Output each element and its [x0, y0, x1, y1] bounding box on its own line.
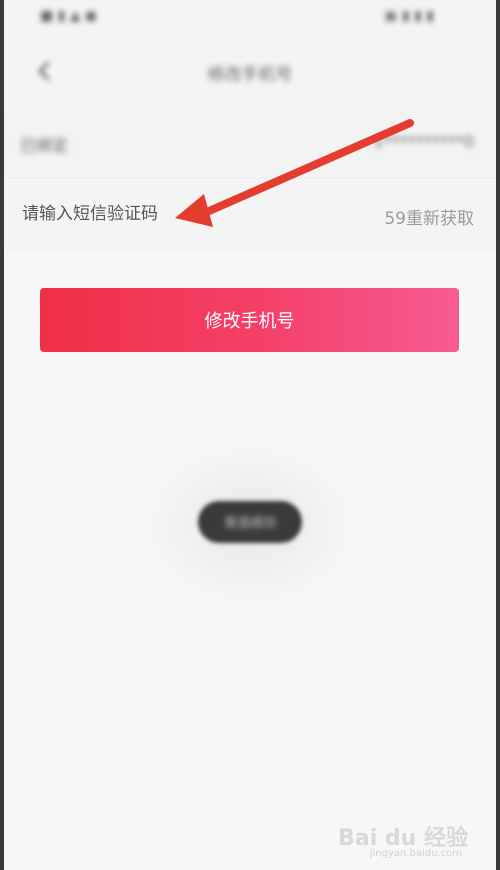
sms-code-row: 59重新获取	[4, 180, 496, 250]
phone-value: 1**********0	[373, 132, 474, 151]
toast: 发送成功	[198, 501, 302, 543]
nav-bar: 修改手机号	[4, 36, 496, 106]
sms-code-input[interactable]	[22, 204, 222, 224]
right-frame-edge	[496, 0, 500, 870]
change-phone-button[interactable]: 修改手机号	[40, 288, 459, 352]
status-right: ▣ ▮ ▮ ▮	[384, 8, 434, 24]
toast-text: 发送成功	[223, 516, 276, 531]
watermark-url: jingyan.baidu.com	[369, 848, 462, 859]
status-left: ■ ▮ ▲ ◼	[40, 8, 97, 24]
status-bar: ■ ▮ ▲ ◼ ▣ ▮ ▮ ▮	[4, 0, 496, 36]
phone-row: 已绑定 1**********0	[4, 106, 496, 179]
resend-code-button[interactable]: 59重新获取	[384, 204, 474, 229]
phone-label: 已绑定	[20, 136, 69, 155]
page-title: 修改手机号	[207, 65, 293, 85]
